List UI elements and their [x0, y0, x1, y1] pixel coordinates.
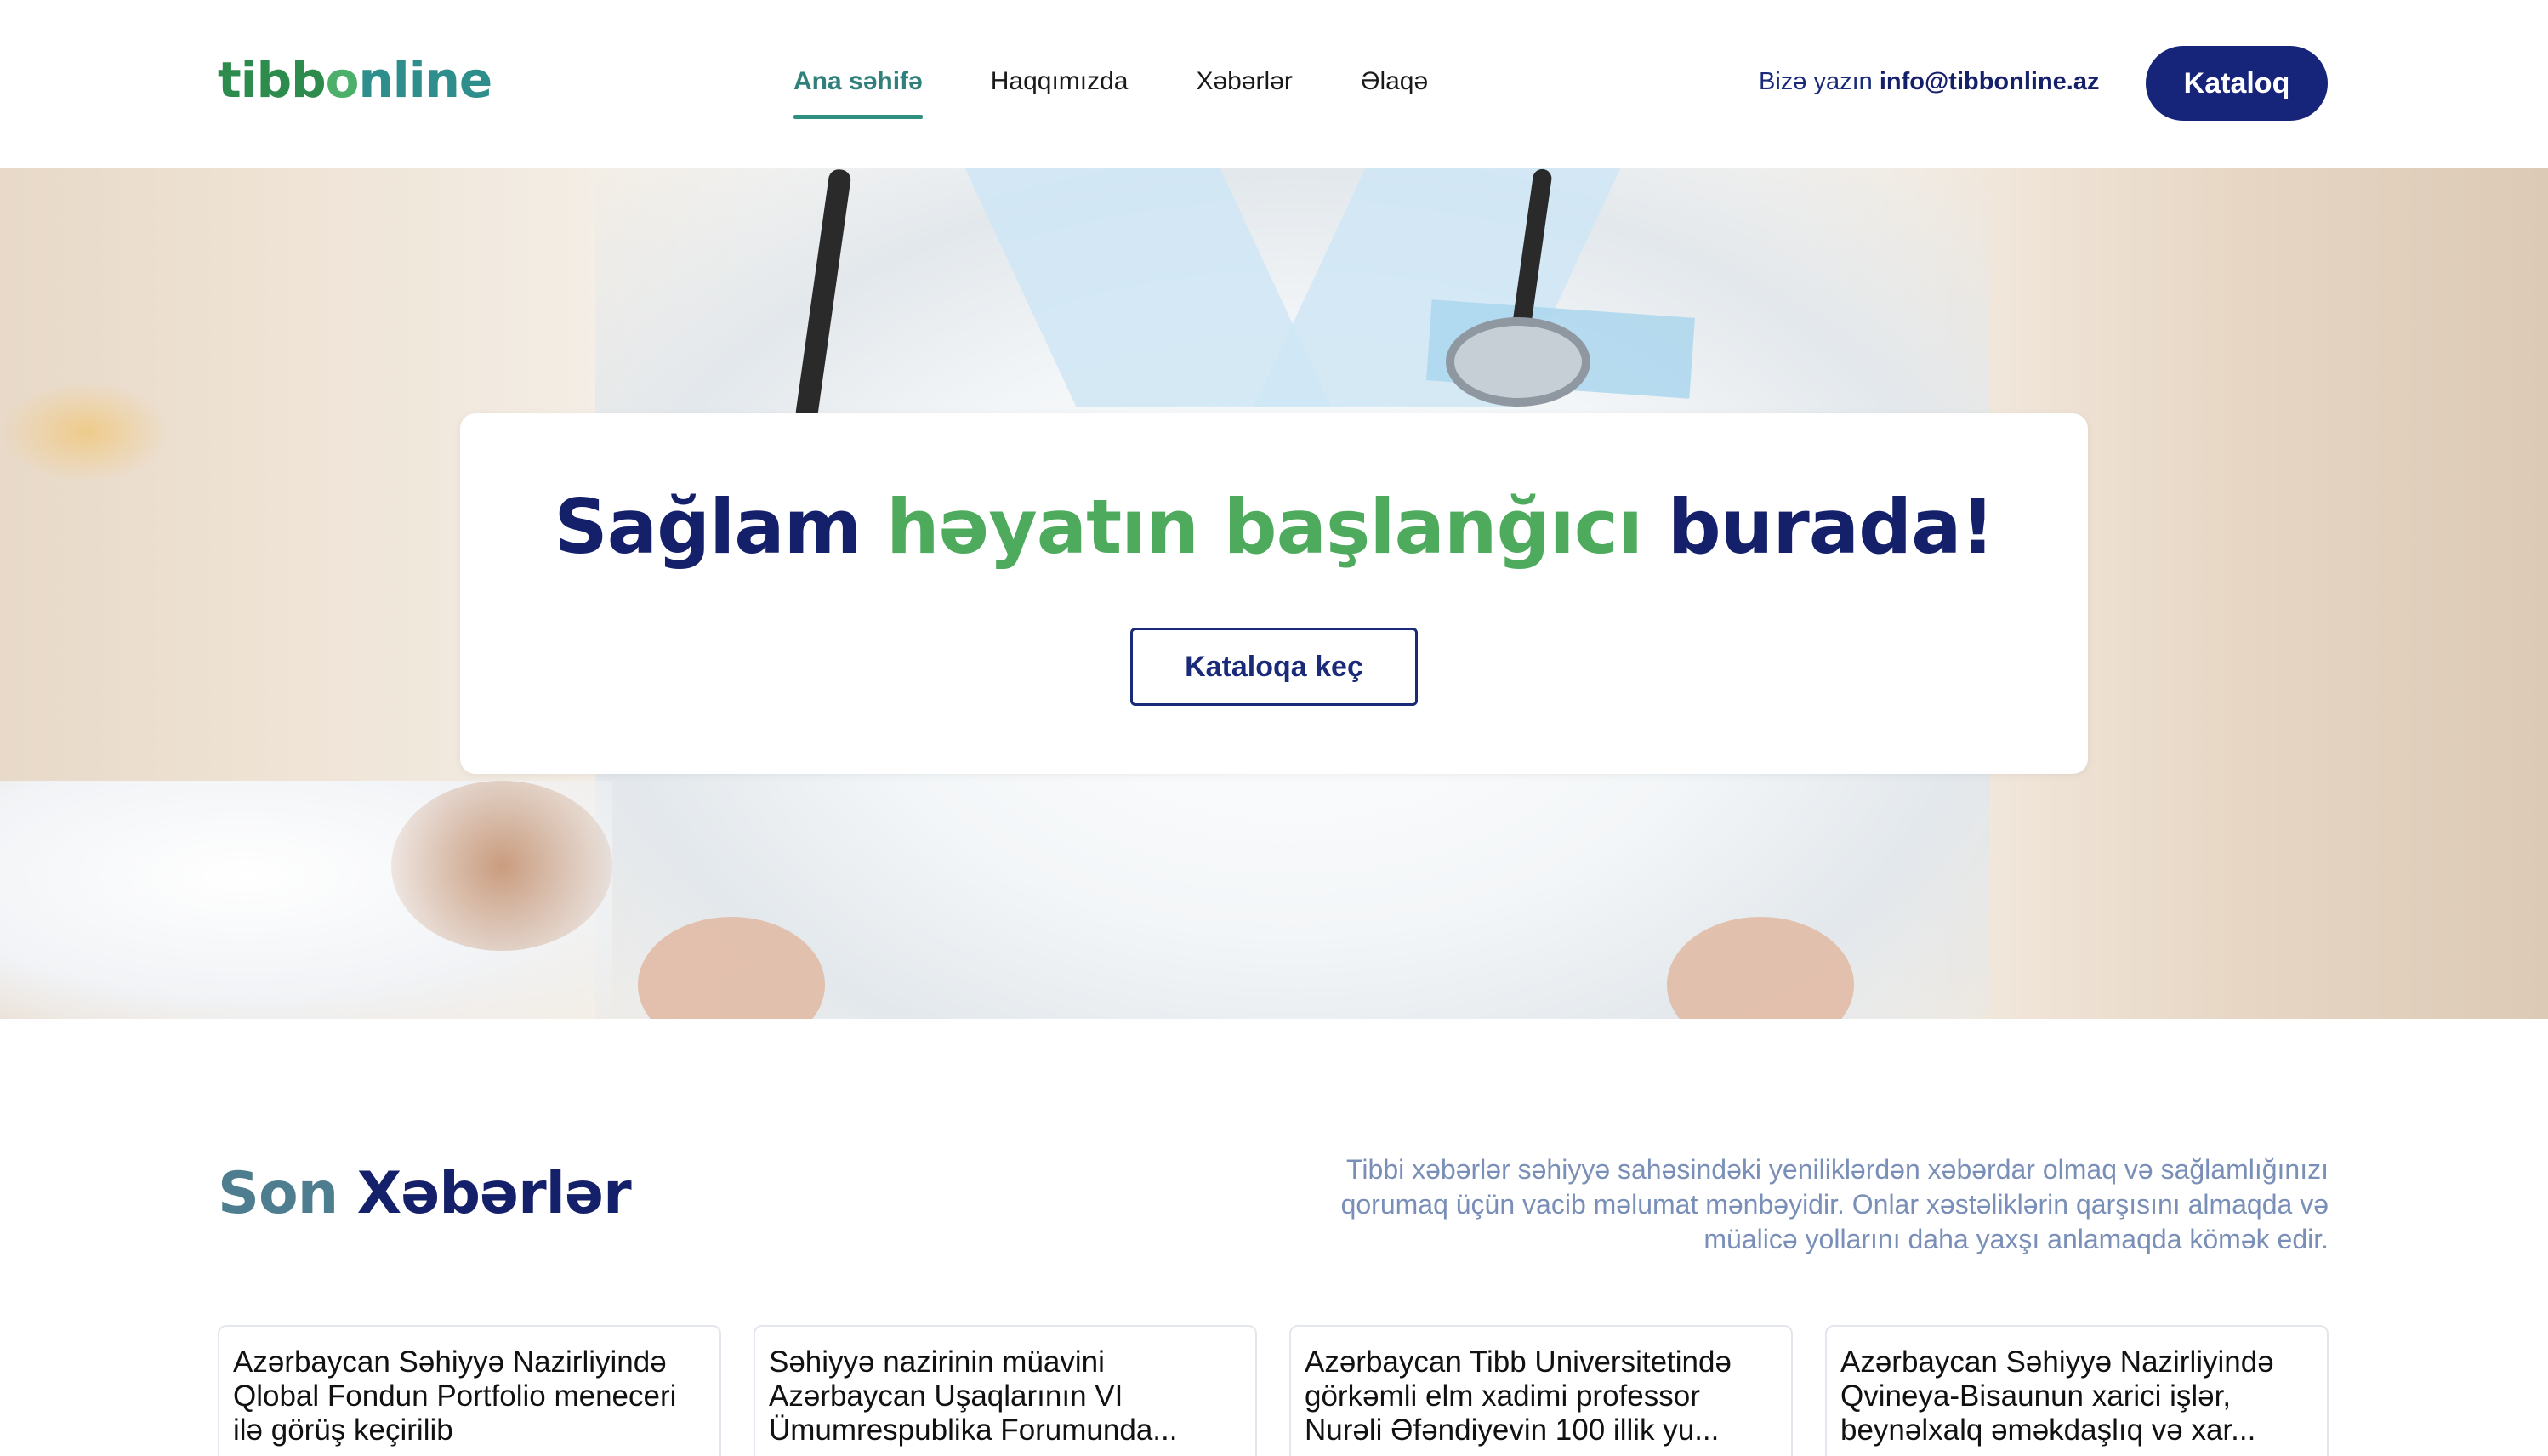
news-card-list: Azərbaycan Səhiyyə Nazirliyində Qlobal F… — [218, 1325, 2329, 1456]
news-card[interactable]: Azərbaycan Səhiyyə Nazirliyində Qlobal F… — [218, 1325, 721, 1456]
news-card-title[interactable]: Azərbaycan Tibb Universitetində görkəmli… — [1305, 1345, 1777, 1447]
site-header: tibbonline Ana səhifə Haqqımızda Xəbərlə… — [0, 0, 2548, 168]
nav-about[interactable]: Haqqımızda — [991, 65, 1129, 109]
news-card[interactable]: Azərbaycan Tibb Universitetində görkəmli… — [1289, 1325, 1793, 1456]
main-nav: Ana səhifə Haqqımızda Xəbərlər Əlaqə — [793, 65, 1496, 119]
contact-prefix: Bizə yazın — [1759, 68, 1873, 95]
news-title-part-2: Xəbərlər — [356, 1160, 632, 1227]
news-card-title[interactable]: Azərbaycan Səhiyyə Nazirliyində Qlobal F… — [233, 1345, 706, 1447]
stethoscope-icon — [1446, 317, 1590, 407]
logo-part-1: tibb — [218, 51, 327, 109]
hero-title: Sağlam həyatın başlanğıcı burada! — [460, 485, 2088, 570]
news-card[interactable]: Azərbaycan Səhiyyə Nazirliyində Qvineya-… — [1825, 1325, 2329, 1456]
contact-email-link[interactable]: info@tibbonline.az — [1880, 68, 2100, 95]
logo-part-2: o — [325, 51, 360, 109]
catalog-button[interactable]: Kataloq — [2146, 46, 2328, 121]
go-to-catalog-button[interactable]: Kataloqa keç — [1130, 628, 1418, 706]
hero-card: Sağlam həyatın başlanğıcı burada! Katalo… — [460, 413, 2088, 774]
hero-patient — [391, 781, 612, 951]
logo[interactable]: tibbonline — [218, 49, 492, 111]
nav-contact[interactable]: Əlaqə — [1361, 65, 1428, 109]
hero-title-part-1: Sağlam — [554, 483, 862, 571]
nav-home[interactable]: Ana səhifə — [793, 65, 923, 119]
logo-part-3: nline — [358, 51, 493, 109]
hero-title-part-3: burada! — [1667, 483, 1995, 571]
news-card[interactable]: Səhiyyə nazirinin müavini Azərbaycan Uşa… — [754, 1325, 1257, 1456]
news-section-title: Son Xəbərlər — [218, 1158, 632, 1230]
news-card-title[interactable]: Azərbaycan Səhiyyə Nazirliyində Qvineya-… — [1840, 1345, 2313, 1447]
hero-title-part-2: həyatın başlanğıcı — [886, 483, 1643, 571]
news-title-part-1: Son — [218, 1160, 338, 1227]
contact-info: Bizə yazın info@tibbonline.az — [1759, 65, 2100, 99]
hero-background-sign — [0, 381, 170, 483]
nav-news[interactable]: Xəbərlər — [1196, 65, 1292, 109]
news-card-title[interactable]: Səhiyyə nazirinin müavini Azərbaycan Uşa… — [769, 1345, 1242, 1447]
news-description: Tibbi xəbərlər səhiyyə sahəsindəki yenil… — [1340, 1154, 2329, 1254]
